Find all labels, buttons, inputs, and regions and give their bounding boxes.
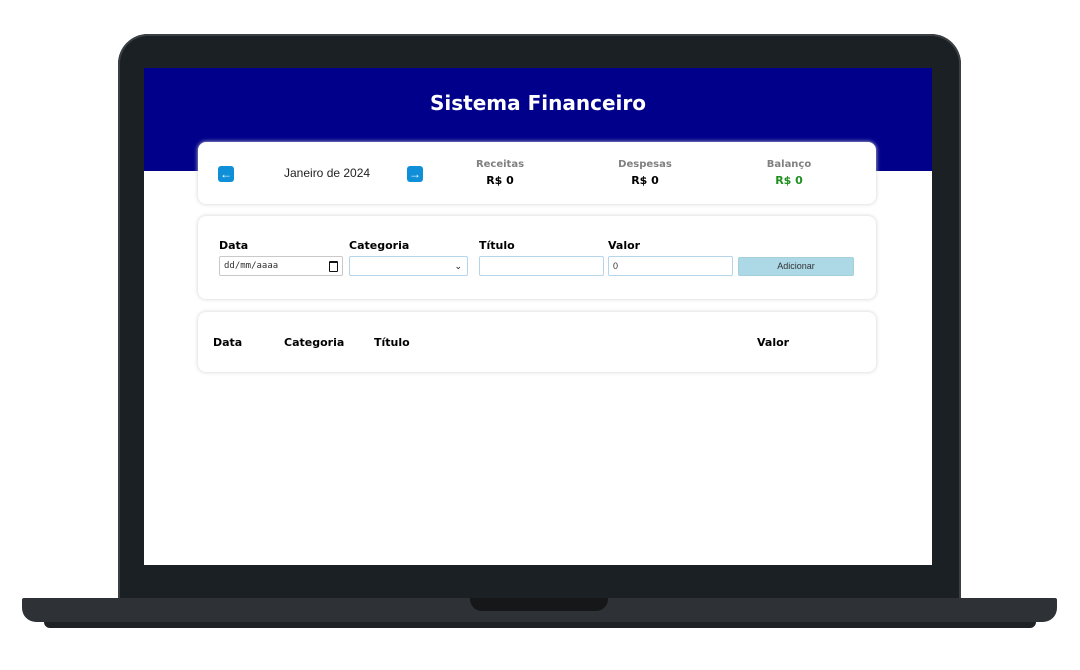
chevron-down-icon: ⌄ — [454, 262, 462, 272]
valor-value: 0 — [613, 261, 619, 271]
transactions-table: Data Categoria Título Valor — [198, 312, 876, 372]
page-title: Sistema Financeiro — [430, 91, 646, 115]
laptop-notch — [470, 598, 608, 611]
balanco-value: R$ 0 — [775, 174, 803, 187]
despesas-label: Despesas — [618, 159, 672, 170]
summary-card: ← Janeiro de 2024 → Receitas R$ 0 Despes… — [198, 142, 876, 204]
laptop-base-foot — [44, 622, 1036, 628]
arrow-right-icon[interactable]: → — [407, 166, 423, 182]
despesas-value: R$ 0 — [631, 174, 659, 187]
categoria-select[interactable]: ⌄ — [349, 256, 468, 276]
date-input[interactable]: dd/mm/aaaa — [219, 256, 343, 276]
valor-field-label: Valor — [608, 239, 641, 252]
receitas-value: R$ 0 — [486, 174, 514, 187]
categoria-field-label: Categoria — [349, 239, 410, 252]
adicionar-button[interactable]: Adicionar — [738, 257, 854, 276]
date-placeholder: dd/mm/aaaa — [224, 261, 279, 271]
receitas-summary: Receitas R$ 0 — [440, 159, 560, 187]
laptop-screen: Sistema Financeiro ← Janeiro de 2024 → R… — [144, 68, 932, 565]
month-label: Janeiro de 2024 — [284, 166, 371, 180]
despesas-summary: Despesas R$ 0 — [585, 159, 705, 187]
column-header-categoria: Categoria — [284, 336, 345, 349]
titulo-field-label: Título — [479, 239, 515, 252]
column-header-titulo: Título — [374, 336, 410, 349]
valor-input[interactable]: 0 — [608, 256, 733, 276]
titulo-input[interactable] — [479, 256, 604, 276]
receitas-label: Receitas — [475, 159, 525, 170]
balanco-summary: Balanço R$ 0 — [729, 159, 849, 187]
input-form-card: Data dd/mm/aaaa Categoria ⌄ Título Valor… — [198, 216, 876, 299]
balanco-label: Balanço — [766, 159, 812, 170]
arrow-left-icon[interactable]: ← — [218, 166, 234, 182]
column-header-valor: Valor — [757, 336, 790, 349]
column-header-data: Data — [213, 336, 243, 349]
calendar-icon[interactable] — [329, 261, 338, 272]
data-field-label: Data — [219, 239, 249, 252]
